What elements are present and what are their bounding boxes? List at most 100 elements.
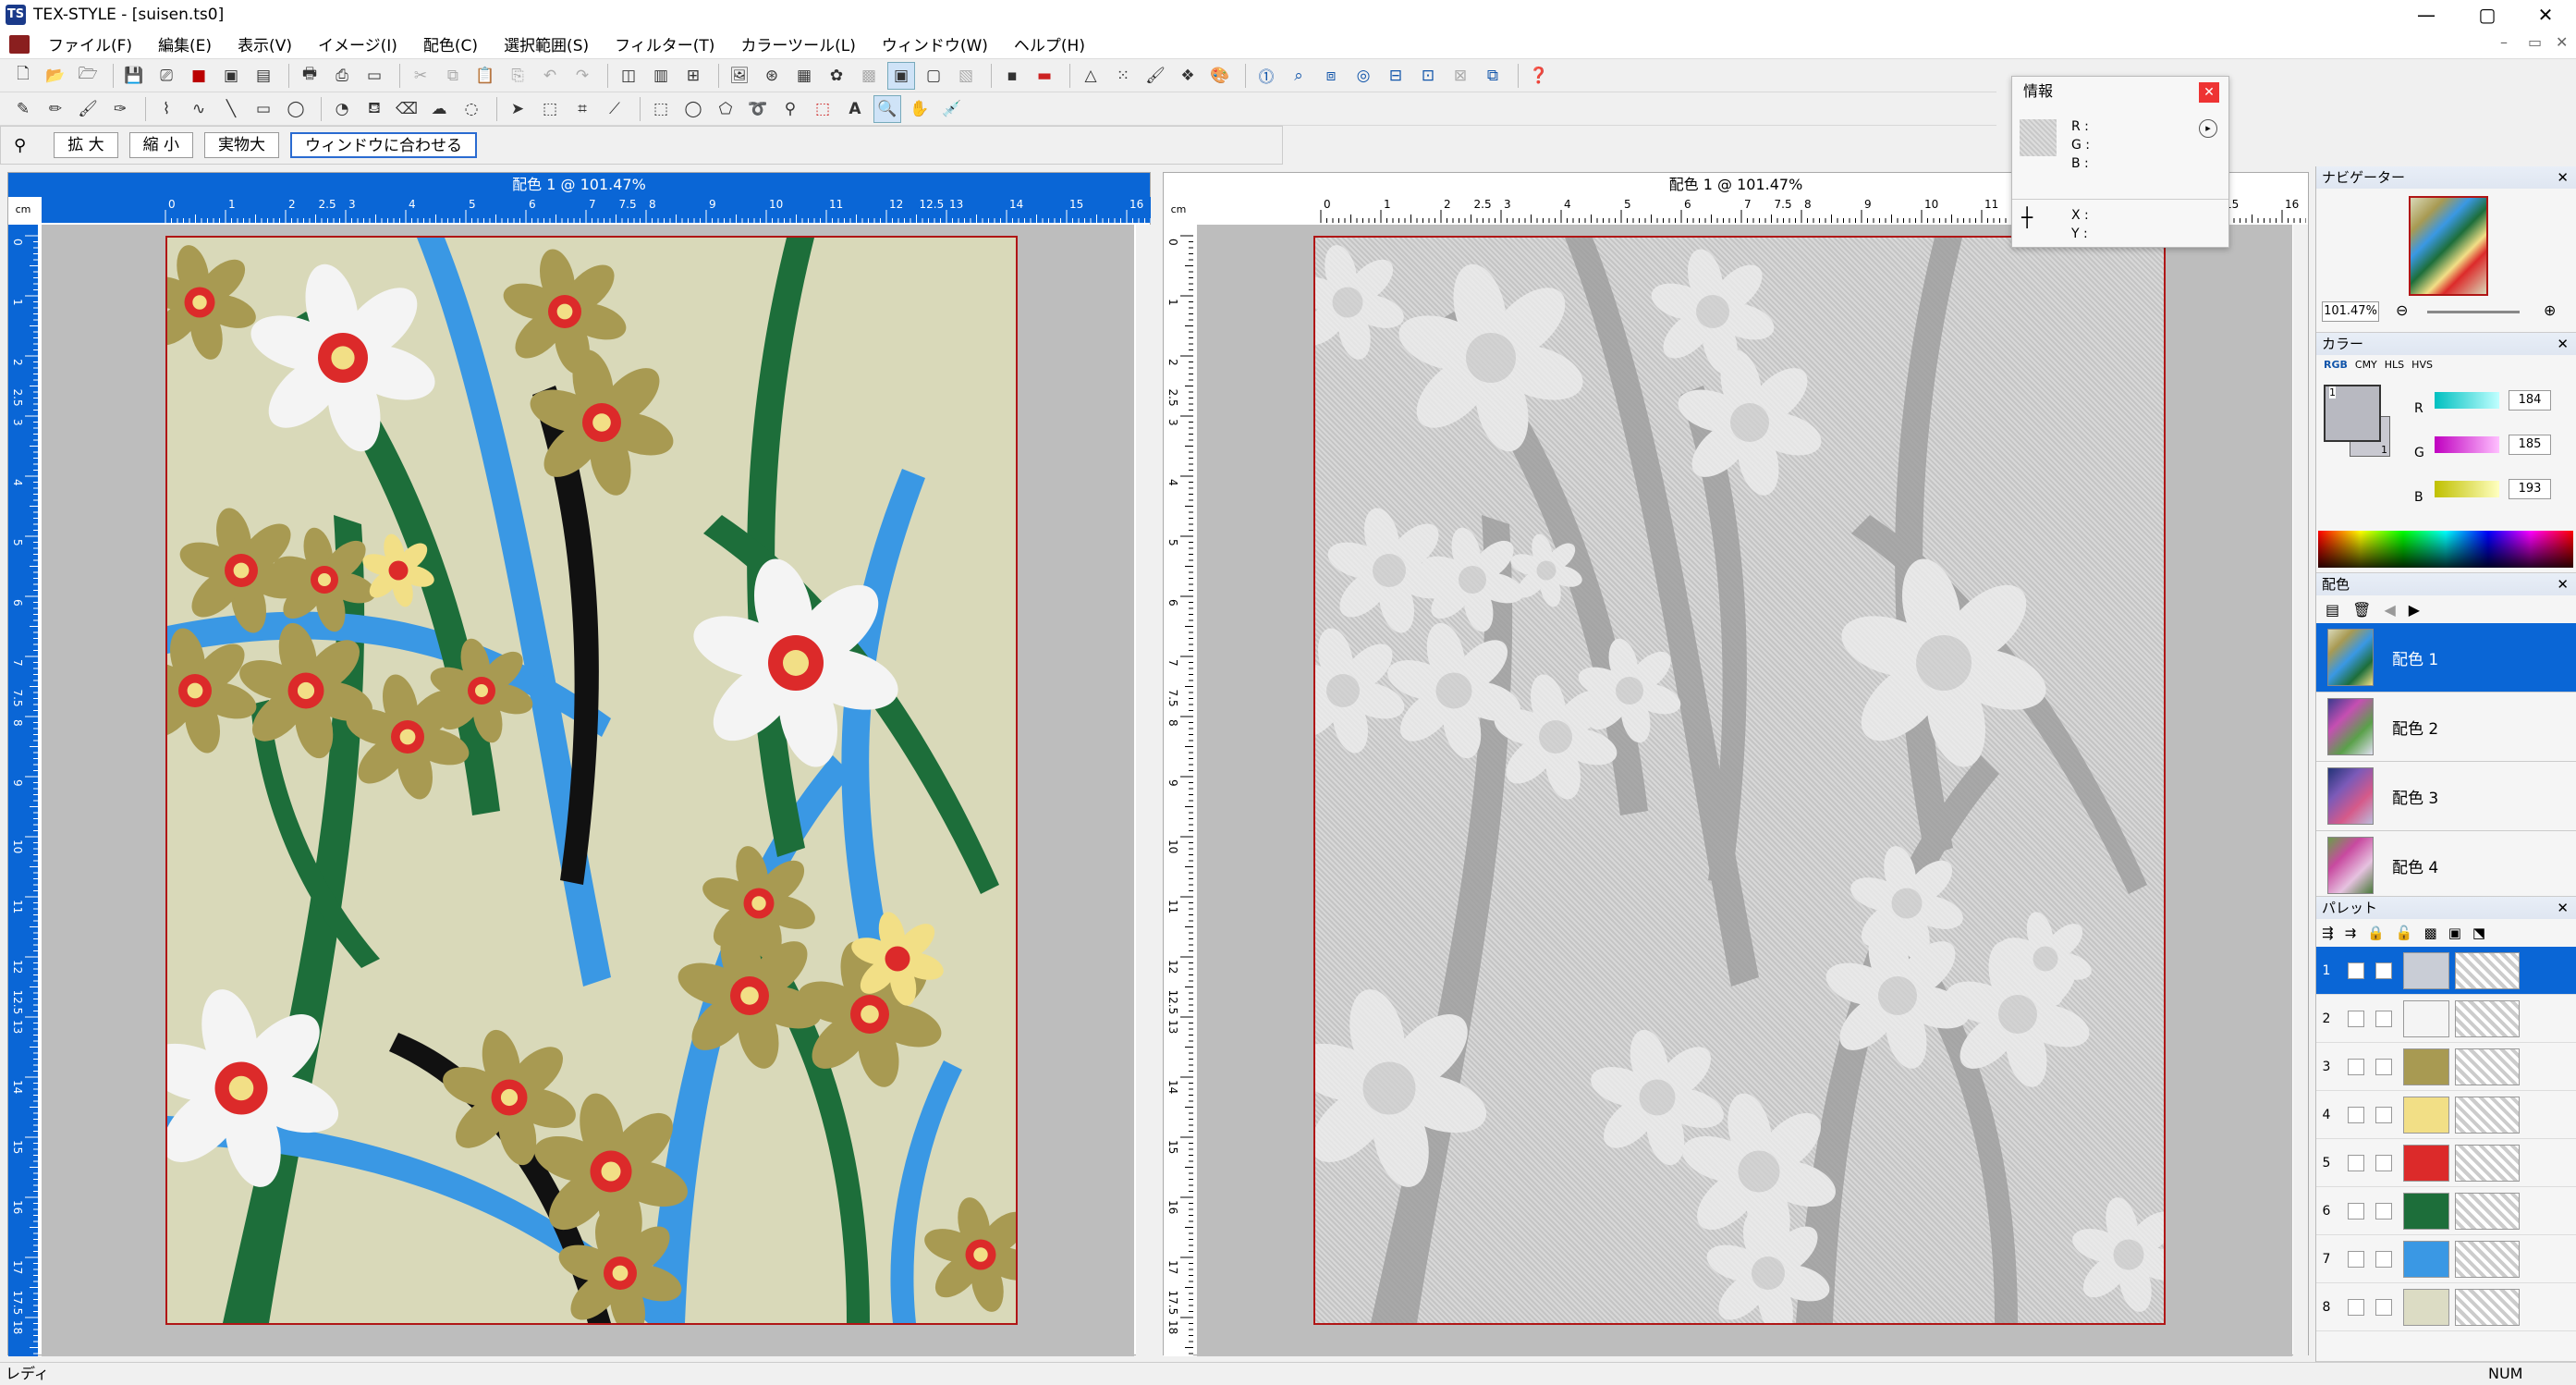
palette-weave-swatch[interactable] <box>2455 1096 2520 1134</box>
r-slider[interactable] <box>2435 392 2499 409</box>
palette-visible-checkbox[interactable] <box>2375 1298 2392 1316</box>
maximize-button[interactable]: ▢ <box>2457 0 2518 30</box>
knife-icon[interactable]: ⟋ <box>601 95 629 123</box>
menu-color-tool[interactable]: カラーツール(L) <box>727 32 868 55</box>
curve-icon[interactable]: ∿ <box>185 95 213 123</box>
zoom-in-button[interactable]: 拡 大 <box>54 132 118 158</box>
close-icon[interactable]: ✕ <box>2557 333 2569 355</box>
smudge-icon[interactable]: ☁ <box>425 95 453 123</box>
pattern-icon[interactable]: ▦ <box>790 62 818 90</box>
redo-icon[interactable]: ↷ <box>568 62 596 90</box>
palette-visible-checkbox[interactable] <box>2375 1250 2392 1268</box>
save-red-icon[interactable]: ■ <box>185 62 213 90</box>
spectrum-bar[interactable] <box>2318 531 2573 568</box>
zoom-tool-icon[interactable]: 🔍 <box>873 94 901 123</box>
palette-lock-checkbox[interactable] <box>2348 1058 2364 1075</box>
layout-c-icon[interactable]: ▧ <box>952 62 980 90</box>
ellipse-icon[interactable]: ◯ <box>282 95 310 123</box>
color-select-icon[interactable]: ⬚ <box>809 95 836 123</box>
copy-icon[interactable]: ⧉ <box>439 62 467 90</box>
vertical-scrollbar[interactable] <box>1136 225 1151 1356</box>
palette-visible-checkbox[interactable] <box>2375 1202 2392 1220</box>
close-icon[interactable]: ✕ <box>2557 573 2569 595</box>
close-icon[interactable]: ✕ <box>2557 897 2569 919</box>
lasso-fill-icon[interactable]: ◌ <box>458 95 485 123</box>
tab-hls[interactable]: HLS <box>2385 359 2404 371</box>
palette-color-swatch[interactable] <box>2403 1288 2449 1326</box>
palette-visible-checkbox[interactable] <box>2375 962 2392 979</box>
menu-selection[interactable]: 選択範囲(S) <box>491 32 602 55</box>
move-icon[interactable]: ➤ <box>504 95 531 123</box>
save-as-icon[interactable]: ▣ <box>217 62 245 90</box>
palette-row[interactable]: 8 <box>2316 1283 2576 1331</box>
palette-row[interactable]: 6 <box>2316 1187 2576 1235</box>
menu-color-scheme[interactable]: 配色(C) <box>410 32 491 55</box>
paste-icon[interactable]: 📋 <box>471 62 499 90</box>
palette-color-swatch[interactable] <box>2403 1192 2449 1230</box>
paste-special-icon[interactable]: ⎘ <box>504 62 531 90</box>
triangle-icon[interactable]: △ <box>1077 62 1105 90</box>
layout-a-icon[interactable]: ▣ <box>887 61 915 90</box>
view-single-icon[interactable]: ◫ <box>615 62 642 90</box>
undo-icon[interactable]: ↶ <box>536 62 564 90</box>
palette-color-swatch[interactable] <box>2403 999 2449 1037</box>
repeat-icon[interactable]: ⊛ <box>758 62 786 90</box>
palette-lock-checkbox[interactable] <box>2348 1202 2364 1220</box>
scheme-item-3[interactable]: 配色 3 <box>2316 762 2576 831</box>
b-value-field[interactable]: 193 <box>2509 479 2551 499</box>
mdi-restore-button[interactable]: ▭ <box>2528 33 2542 51</box>
scan-icon[interactable]: ⎚ <box>153 62 180 90</box>
lasso-icon[interactable]: ➰ <box>744 95 772 123</box>
poly-select-icon[interactable]: ⬠ <box>712 95 739 123</box>
menu-view[interactable]: 表示(V) <box>225 32 305 55</box>
grid-dots-icon[interactable]: ⁙ <box>1109 62 1137 90</box>
tab-hvs[interactable]: HVS <box>2411 359 2433 371</box>
menu-edit[interactable]: 編集(E) <box>145 32 225 55</box>
prev-icon[interactable]: ◀ <box>2384 601 2395 619</box>
canvas-area[interactable] <box>42 225 1134 1356</box>
flower-icon[interactable]: ✿ <box>823 62 850 90</box>
view-split-icon[interactable]: ▥ <box>647 62 675 90</box>
palette-weave-swatch[interactable] <box>2455 1144 2520 1182</box>
eyedropper-icon[interactable]: 💉 <box>938 95 966 123</box>
close-icon[interactable]: ✕ <box>2199 82 2219 103</box>
rect-select-icon[interactable]: ⬚ <box>647 95 675 123</box>
palette-color-swatch[interactable] <box>2403 1240 2449 1278</box>
page-setup-icon[interactable]: ▭ <box>360 62 388 90</box>
palette-lock-checkbox[interactable] <box>2348 1010 2364 1027</box>
cut-icon[interactable]: ✂ <box>407 62 434 90</box>
mdi-close-button[interactable]: ✕ <box>2556 33 2568 51</box>
tool-8-icon[interactable]: ⧉ <box>1479 62 1507 90</box>
options-arrow-icon[interactable]: ▸ <box>2199 119 2217 138</box>
scheme-item-2[interactable]: 配色 2 <box>2316 692 2576 762</box>
save-icon[interactable]: 💾 <box>120 62 148 90</box>
close-button[interactable]: ✕ <box>2515 0 2576 30</box>
grid-icon[interactable]: ▪ <box>998 62 1026 90</box>
palette-color-swatch[interactable] <box>2403 951 2449 989</box>
menu-file[interactable]: ファイル(F) <box>35 32 145 55</box>
palette-swap-icon[interactable]: ⬔ <box>2472 925 2485 941</box>
scheme-item-4[interactable]: 配色 4 <box>2316 831 2576 896</box>
print-preview-icon[interactable]: ⎙ <box>328 62 356 90</box>
palette-weave-swatch[interactable] <box>2455 1240 2520 1278</box>
tool-4-icon[interactable]: ◎ <box>1349 62 1377 90</box>
b-slider[interactable] <box>2435 481 2499 497</box>
menu-image[interactable]: イメージ(I) <box>305 32 410 55</box>
palette-visible-checkbox[interactable] <box>2375 1058 2392 1075</box>
image-icon[interactable]: 🖼 <box>726 62 753 90</box>
navigator-zoom-field[interactable]: 101.47% <box>2322 301 2379 322</box>
transform-icon[interactable]: ⬚ <box>536 95 564 123</box>
zoom-in-icon[interactable]: ⊕ <box>2544 301 2556 319</box>
palette-row[interactable]: 4 <box>2316 1091 2576 1139</box>
polyline-icon[interactable]: ⌇ <box>153 95 180 123</box>
palette-export-icon[interactable]: ⇉ <box>2345 925 2357 941</box>
actual-size-button[interactable]: 実物大 <box>204 132 279 158</box>
delete-icon[interactable]: 🗑 <box>2352 601 2371 619</box>
navigator-thumbnail[interactable] <box>2409 196 2488 296</box>
palette-row[interactable]: 1 <box>2316 947 2576 995</box>
palette-import-icon[interactable]: ⇶ <box>2322 925 2334 941</box>
new-scheme-icon[interactable]: ▤ <box>2326 601 2339 619</box>
r-value-field[interactable]: 184 <box>2509 390 2551 411</box>
ellipse-select-icon[interactable]: ◯ <box>679 95 707 123</box>
fill-icon[interactable]: ◔ <box>328 95 356 123</box>
